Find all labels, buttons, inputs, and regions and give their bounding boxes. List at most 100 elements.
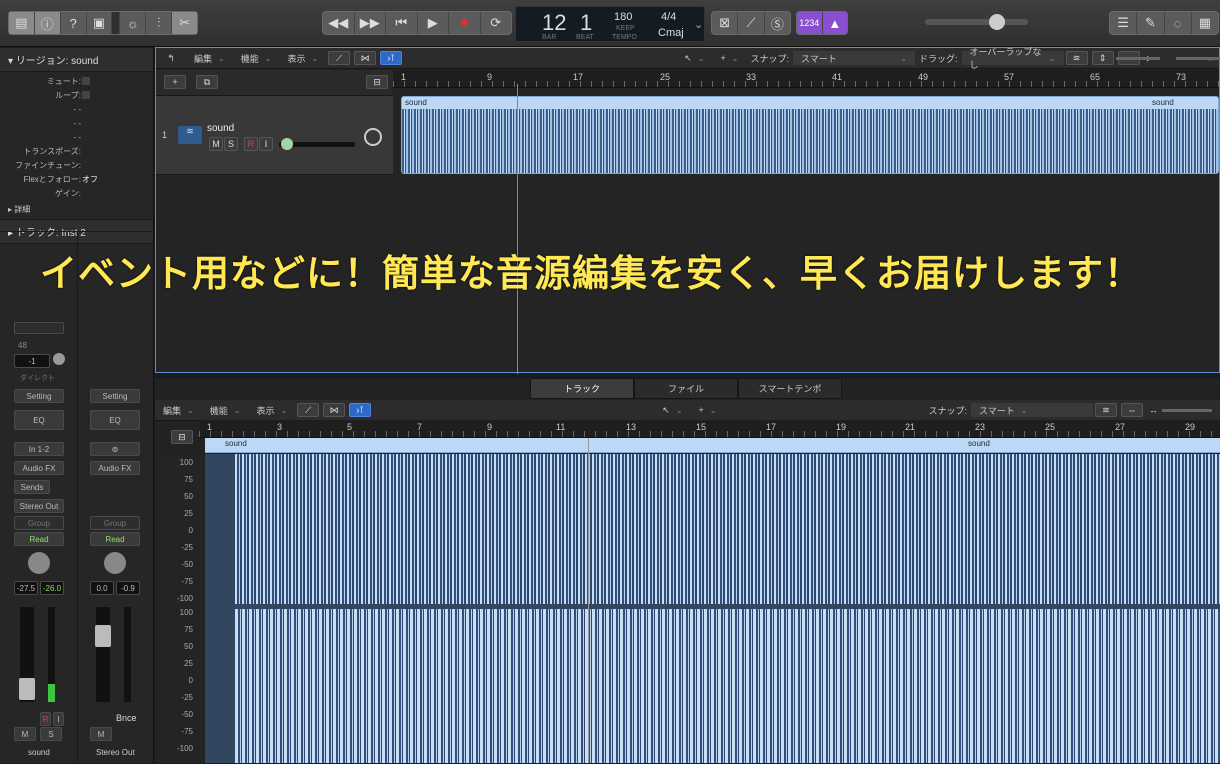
notepad-icon[interactable]: ✎: [1137, 12, 1165, 34]
menu-edit[interactable]: 編集: [186, 52, 233, 65]
master-volume-slider[interactable]: [925, 14, 1028, 30]
audio-region[interactable]: sound sound: [401, 96, 1219, 174]
editor-region-strip[interactable]: sound sound: [205, 438, 1220, 453]
strip1-input[interactable]: In 1-2: [14, 442, 64, 456]
editor-waveform-area[interactable]: [205, 454, 1220, 763]
menu-functions[interactable]: 機能: [233, 52, 280, 65]
strip1-group[interactable]: Group: [14, 516, 64, 530]
automation-icon[interactable]: ⟋: [328, 51, 351, 65]
track-solo[interactable]: S: [224, 137, 238, 151]
track-pan-knob[interactable]: [364, 128, 382, 146]
master-volume-knob[interactable]: [989, 14, 1005, 30]
param-q2[interactable]: - -: [0, 116, 153, 130]
editor-menu-edit[interactable]: 編集: [155, 404, 202, 417]
strip2-mute[interactable]: M: [90, 727, 112, 741]
record-button[interactable]: ●: [449, 12, 481, 34]
param-mute[interactable]: ミュート:: [0, 74, 153, 88]
horizontal-zoom-slider[interactable]: [1176, 57, 1220, 60]
editor-playhead[interactable]: [588, 438, 589, 763]
editor-menu-functions[interactable]: 機能: [202, 404, 249, 417]
solo-icon[interactable]: Ⓢ: [765, 12, 790, 34]
duplicate-track-button[interactable]: ⧉: [196, 75, 218, 89]
strip1-automation[interactable]: Read: [14, 532, 64, 546]
replace-icon[interactable]: ⊠: [712, 12, 739, 34]
strip1-pan-knob[interactable]: [28, 552, 50, 574]
play-button[interactable]: ▶: [418, 12, 449, 34]
back-icon[interactable]: ↰: [156, 53, 186, 64]
param-flex[interactable]: Flexとフォロー: オフ: [0, 172, 153, 186]
editors-button[interactable]: ✂: [172, 12, 198, 34]
param-q3[interactable]: - -: [0, 130, 153, 144]
pan-value[interactable]: -1: [14, 354, 50, 368]
pan-knob[interactable]: [53, 353, 65, 365]
crosshair-tool-icon[interactable]: +: [713, 53, 747, 63]
editor-ruler[interactable]: 1 3 5 7 9 11 13 15 17 19 21 23 25 27 29: [199, 420, 1220, 438]
pointer-tool-icon[interactable]: ↖: [676, 53, 712, 64]
details-toggle[interactable]: ▸ 詳細: [0, 200, 153, 219]
global-tracks-icon[interactable]: ⊟: [366, 75, 388, 89]
strip2-group[interactable]: Group: [90, 516, 140, 530]
editor-catch-icon[interactable]: ›⊺: [349, 403, 372, 417]
playhead[interactable]: [517, 84, 518, 374]
library-button[interactable]: ▤: [9, 12, 35, 34]
strip1-mute[interactable]: M: [14, 727, 36, 741]
rewind-button[interactable]: ◀◀: [323, 12, 355, 34]
editor-waveform-zoom-icon[interactable]: ≋: [1095, 403, 1117, 417]
drag-select[interactable]: オーバーラップなし: [961, 47, 1064, 70]
editor-flex-icon[interactable]: ⋈: [323, 403, 346, 417]
count-in-button[interactable]: 1234: [797, 12, 823, 34]
strip2-eq[interactable]: EQ: [90, 410, 140, 430]
track-mute[interactable]: M: [209, 137, 223, 151]
strip2-automation[interactable]: Read: [90, 532, 140, 546]
editor-snap-select[interactable]: スマート: [971, 403, 1093, 417]
tuner-icon[interactable]: ⟋: [738, 12, 765, 34]
inspector-button[interactable]: ⓘ: [34, 12, 61, 34]
param-transpose[interactable]: トランスポーズ:: [0, 144, 153, 158]
strip1-eq[interactable]: EQ: [14, 410, 64, 430]
region-inspector-header[interactable]: ▾ リージョン: sound: [0, 48, 153, 72]
param-finetune[interactable]: ファインチューン:: [0, 158, 153, 172]
loops-icon[interactable]: ◌: [1165, 12, 1192, 34]
track-volume-slider[interactable]: [279, 138, 355, 150]
smart-controls-button[interactable]: ☼: [120, 12, 147, 34]
menu-view[interactable]: 表示: [279, 52, 326, 65]
snap-select[interactable]: スマート: [792, 51, 915, 65]
param-loop[interactable]: ループ:: [0, 88, 153, 102]
link-icon[interactable]: ⊚: [90, 442, 140, 456]
strip1-fader[interactable]: [19, 678, 35, 700]
tab-file[interactable]: ファイル: [634, 378, 738, 399]
catch-icon[interactable]: ›⊺: [380, 51, 403, 65]
editor-hzoom-icon[interactable]: ↔: [1145, 405, 1162, 415]
strip1-output[interactable]: Stereo Out: [14, 499, 64, 513]
strip1-record[interactable]: R: [40, 712, 51, 726]
strip2-audiofx[interactable]: Audio FX: [90, 461, 140, 475]
editor-pointer-icon[interactable]: ↖: [654, 405, 690, 416]
editor-fit-icon[interactable]: ⇔: [1121, 403, 1143, 417]
strip1-solo[interactable]: S: [40, 727, 62, 741]
vertical-fit-icon[interactable]: ⇕: [1091, 51, 1114, 65]
gain-slot[interactable]: [14, 322, 64, 334]
chevron-down-icon[interactable]: ⌄: [694, 18, 703, 31]
tab-track[interactable]: トラック: [530, 378, 634, 399]
editor-automation-icon[interactable]: ⟋: [297, 403, 320, 417]
param-gain[interactable]: ゲイン:: [0, 186, 153, 200]
editor-crosshair-icon[interactable]: +: [691, 405, 725, 415]
lcd-display[interactable]: 12 1 BAR BEAT 180 KEEP TEMPO 4/4 Cmaj ⌄: [515, 6, 705, 42]
help-button[interactable]: ?: [61, 12, 87, 34]
track-input-monitor[interactable]: I: [259, 137, 273, 151]
toolbar-button[interactable]: ▣: [87, 12, 113, 34]
track-header[interactable]: 1 ≋ sound M S R I: [156, 96, 393, 175]
editor-toggle-icon[interactable]: ⊟: [171, 430, 193, 444]
strip2-setting[interactable]: Setting: [90, 389, 140, 403]
strip1-input-monitor[interactable]: I: [53, 712, 64, 726]
editor-menu-view[interactable]: 表示: [248, 404, 295, 417]
strip1-sends[interactable]: Sends: [14, 480, 50, 494]
editor-zoom-slider[interactable]: [1162, 408, 1212, 412]
vertical-zoom-slider[interactable]: [1116, 57, 1160, 60]
fast-forward-button[interactable]: ▶▶: [355, 12, 386, 34]
mixer-button[interactable]: ⫶: [146, 12, 173, 34]
browser-icon[interactable]: ▦: [1192, 12, 1218, 34]
strip1-setting[interactable]: Setting: [14, 389, 64, 403]
list-editor-icon[interactable]: ☰: [1110, 12, 1138, 34]
tab-smart-tempo[interactable]: スマートテンポ: [738, 378, 842, 399]
